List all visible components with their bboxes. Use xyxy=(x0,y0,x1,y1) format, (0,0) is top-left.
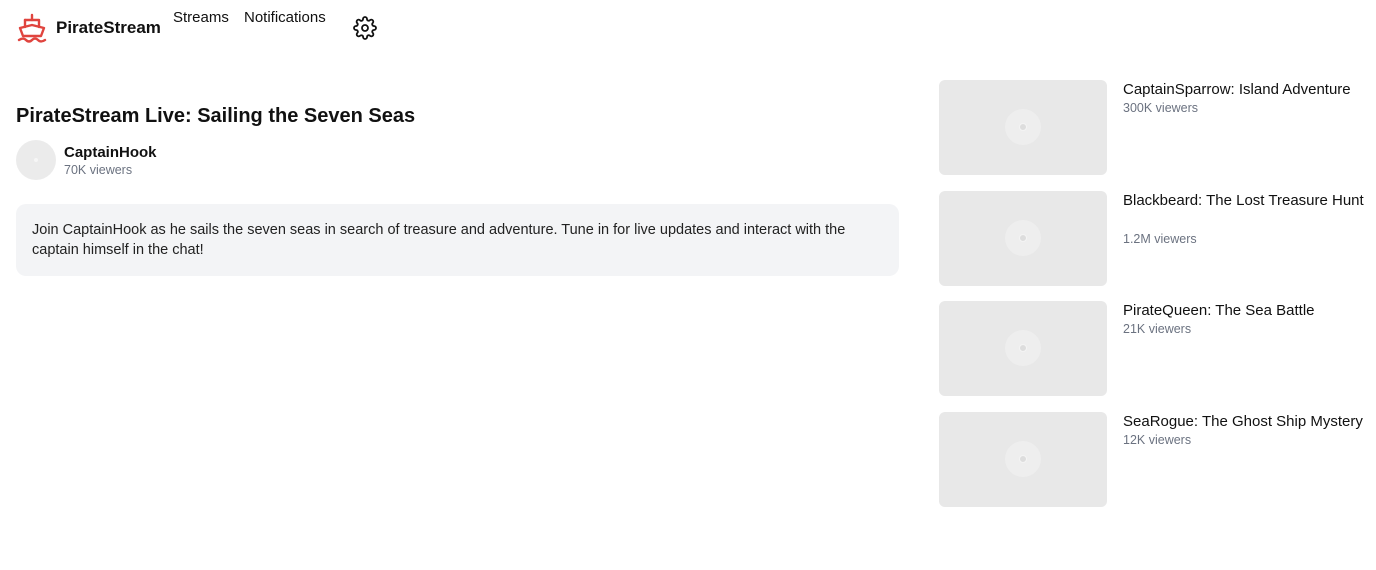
streamer-name[interactable]: CaptainHook xyxy=(64,144,157,161)
stream-thumbnail[interactable] xyxy=(939,412,1107,507)
description-text: Join CaptainHook as he sails the seven s… xyxy=(32,222,846,258)
recommended-stream-item[interactable]: SeaRogue: The Ghost Ship Mystery 12K vie… xyxy=(939,412,1369,507)
recommended-stream-viewers: 1.2M viewers xyxy=(1123,232,1197,246)
stream-thumbnail[interactable] xyxy=(939,301,1107,396)
avatar-placeholder-icon xyxy=(34,158,38,162)
recommended-stream-title[interactable]: PirateQueen: The Sea Battle xyxy=(1123,301,1369,321)
recommended-stream-title[interactable]: Blackbeard: The Lost Treasure Hunt xyxy=(1123,191,1369,211)
viewer-count: 70K viewers xyxy=(64,163,133,177)
recommended-stream-viewers: 300K viewers xyxy=(1123,101,1199,115)
avatar[interactable] xyxy=(16,140,56,180)
recommended-stream-viewers: 21K viewers xyxy=(1123,322,1192,336)
brand-name[interactable]: PirateStream xyxy=(56,18,161,38)
gear-icon[interactable] xyxy=(353,16,377,40)
image-placeholder-icon xyxy=(1005,109,1041,145)
recommended-stream-title[interactable]: CaptainSparrow: Island Adventure xyxy=(1123,80,1369,100)
stream-thumbnail[interactable] xyxy=(939,80,1107,175)
recommended-stream-item[interactable]: CaptainSparrow: Island Adventure 300K vi… xyxy=(939,80,1369,175)
image-placeholder-icon xyxy=(1005,441,1041,477)
recommended-stream-item[interactable]: PirateQueen: The Sea Battle 21K viewers xyxy=(939,301,1369,396)
recommended-stream-viewers: 12K viewers xyxy=(1123,433,1192,447)
stream-title: PirateStream Live: Sailing the Seven Sea… xyxy=(16,105,416,127)
image-placeholder-icon xyxy=(1005,220,1041,256)
ship-icon[interactable] xyxy=(16,12,48,44)
stream-description: Join CaptainHook as he sails the seven s… xyxy=(16,204,899,276)
stream-thumbnail[interactable] xyxy=(939,191,1107,286)
nav-streams[interactable]: Streams xyxy=(173,9,229,26)
image-placeholder-icon xyxy=(1005,330,1041,366)
recommended-stream-item[interactable]: Blackbeard: The Lost Treasure Hunt 1.2M … xyxy=(939,191,1369,286)
top-navbar: PirateStream Streams Notifications xyxy=(0,0,1376,60)
recommended-stream-title[interactable]: SeaRogue: The Ghost Ship Mystery xyxy=(1123,412,1369,432)
nav-notifications[interactable]: Notifications xyxy=(244,9,326,26)
